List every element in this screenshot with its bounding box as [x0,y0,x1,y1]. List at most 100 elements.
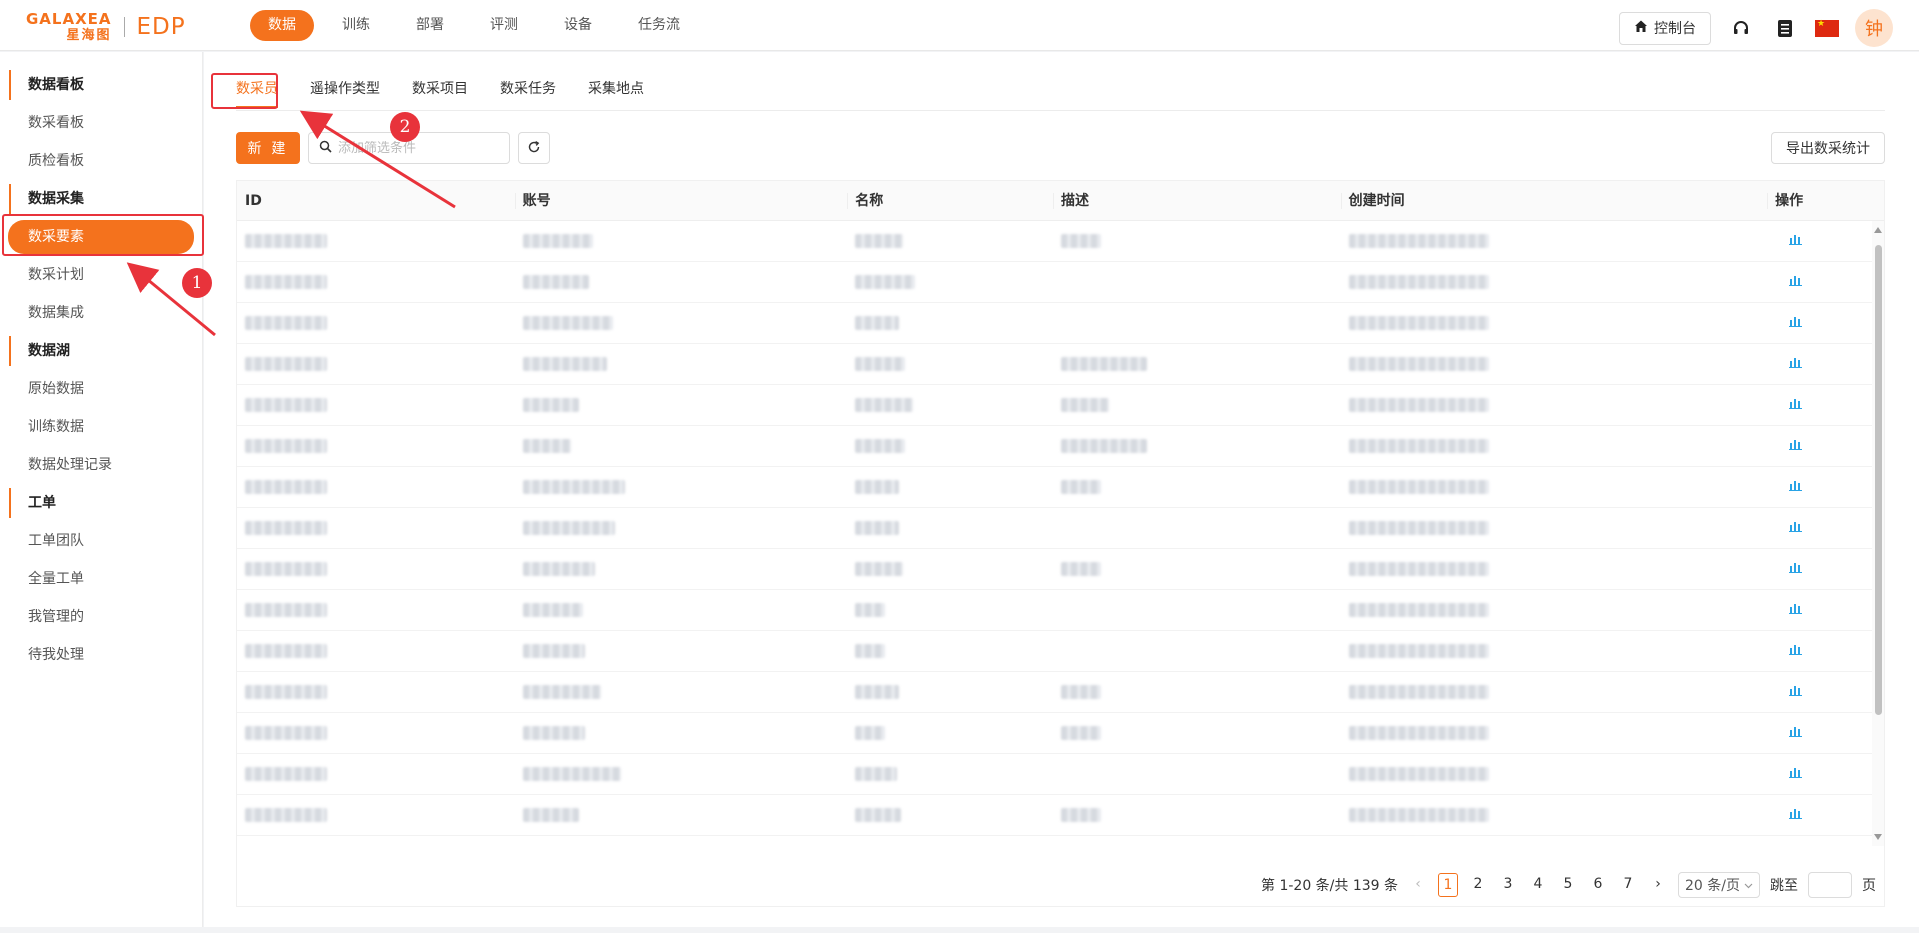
bar-chart-icon[interactable] [1789,233,1803,249]
table-cell-actions [1767,426,1884,467]
table-cell [237,795,515,836]
sidebar-item-processing-records[interactable]: 数据处理记录 [0,446,202,484]
jump-page-input[interactable] [1808,872,1852,898]
table-cell [1341,467,1767,508]
sidebar-item-collection-dashboard[interactable]: 数采看板 [0,104,202,142]
scroll-up-arrow-icon[interactable] [1874,227,1882,233]
sidebar-group-dashboard: 数据看板 [0,66,202,104]
main-content: 数采员 遥操作类型 数采项目 数采任务 采集地点 新 建 导出数采统计 ID 账… [204,52,1919,927]
bar-chart-icon[interactable] [1789,561,1803,577]
redacted-value [855,726,886,740]
sidebar-item-data-integration[interactable]: 数据集成 [0,294,202,332]
export-stats-button[interactable]: 导出数采统计 [1771,132,1885,164]
topnav-device[interactable]: 设备 [546,10,610,41]
redacted-value [1348,234,1489,248]
filter-input[interactable] [338,140,498,156]
console-button[interactable]: 控制台 [1619,11,1711,45]
topnav-data[interactable]: 数据 [250,10,314,41]
tab-collection-projects[interactable]: 数采项目 [412,72,468,106]
bar-chart-icon[interactable] [1789,438,1803,454]
logo[interactable]: GALAXEA 星海图 EDP [26,10,186,44]
headset-icon[interactable] [1727,14,1755,42]
table-row [237,836,1884,846]
page-size-select[interactable]: 20 条/页 [1678,872,1760,898]
bar-chart-icon[interactable] [1789,315,1803,331]
sidebar-item-qc-dashboard[interactable]: 质检看板 [0,142,202,180]
table-cell [515,303,848,344]
sidebar-item-raw-data[interactable]: 原始数据 [0,370,202,408]
scrollbar-thumb[interactable] [1875,245,1882,715]
sidebar-item-pending-me[interactable]: 待我处理 [0,636,202,674]
bar-chart-icon[interactable] [1789,520,1803,536]
bar-chart-icon[interactable] [1789,397,1803,413]
table-cell [847,672,1053,713]
table-cell-actions [1767,549,1884,590]
table-cell [1341,672,1767,713]
table-cell-actions [1767,754,1884,795]
table-cell [515,836,848,847]
sidebar-item-all-orders[interactable]: 全量工单 [0,560,202,598]
page-1[interactable]: 1 [1438,873,1459,897]
redacted-value [1348,480,1489,494]
pagination: 第 1-20 条/共 139 条 ‹ 1 2 3 4 5 6 7 › 20 条/… [1261,872,1876,898]
table-cell [1053,467,1341,508]
bar-chart-icon[interactable] [1789,807,1803,823]
redacted-value [855,644,886,658]
bar-chart-icon[interactable] [1789,766,1803,782]
sidebar-item-training-data[interactable]: 训练数据 [0,408,202,446]
table-cell-actions [1767,508,1884,549]
bar-chart-icon[interactable] [1789,684,1803,700]
table-cell [515,672,848,713]
new-button[interactable]: 新 建 [236,132,300,164]
sidebar-item-collection-plan[interactable]: 数采计划 [0,256,202,294]
topnav-deploy[interactable]: 部署 [398,10,462,41]
step-2-marker: 2 [390,112,420,142]
table-cell [237,385,515,426]
table-scrollbar[interactable] [1872,221,1884,846]
document-icon[interactable] [1771,14,1799,42]
collector-table: ID 账号 名称 描述 创建时间 操作 第 1-20 条/共 139 条 ‹ 1… [236,180,1885,907]
topnav-training[interactable]: 训练 [324,10,388,41]
redacted-value [1348,808,1489,822]
table-row [237,713,1884,754]
next-page-icon[interactable]: › [1648,873,1668,897]
sidebar-item-order-team[interactable]: 工单团队 [0,522,202,560]
table-cell [847,836,1053,847]
redacted-value [1061,480,1101,494]
tab-teleop-types[interactable]: 遥操作类型 [310,72,380,106]
sidebar-item-managed-by-me[interactable]: 我管理的 [0,598,202,636]
page-5[interactable]: 5 [1558,873,1578,897]
page-6[interactable]: 6 [1588,873,1608,897]
page-2[interactable]: 2 [1468,873,1488,897]
tab-collection-sites[interactable]: 采集地点 [588,72,644,106]
user-avatar[interactable]: 钟 [1855,9,1893,47]
redacted-value [1348,357,1489,371]
refresh-button[interactable] [518,132,550,164]
bar-chart-icon[interactable] [1789,602,1803,618]
home-icon [1634,19,1648,37]
prev-page-icon[interactable]: ‹ [1408,873,1428,897]
page-7[interactable]: 7 [1618,873,1638,897]
sidebar-group-collection: 数据采集 [0,180,202,218]
table-cell [1053,385,1341,426]
table-cell [515,262,848,303]
page-4[interactable]: 4 [1528,873,1548,897]
table-cell-actions [1767,344,1884,385]
scroll-down-arrow-icon[interactable] [1874,834,1882,840]
bar-chart-icon[interactable] [1789,479,1803,495]
topnav-workflow[interactable]: 任务流 [620,10,698,41]
table-header: ID 账号 名称 描述 创建时间 操作 [237,181,1884,221]
bar-chart-icon[interactable] [1789,356,1803,372]
table-cell [847,631,1053,672]
tab-collection-tasks[interactable]: 数采任务 [500,72,556,106]
table-cell [1341,836,1767,847]
redacted-value [855,316,900,330]
bar-chart-icon[interactable] [1789,643,1803,659]
redacted-value [1061,685,1101,699]
page-3[interactable]: 3 [1498,873,1518,897]
china-flag-icon[interactable] [1815,19,1839,37]
topnav-evaluation[interactable]: 评测 [472,10,536,41]
redacted-value [855,275,916,289]
bar-chart-icon[interactable] [1789,725,1803,741]
bar-chart-icon[interactable] [1789,274,1803,290]
